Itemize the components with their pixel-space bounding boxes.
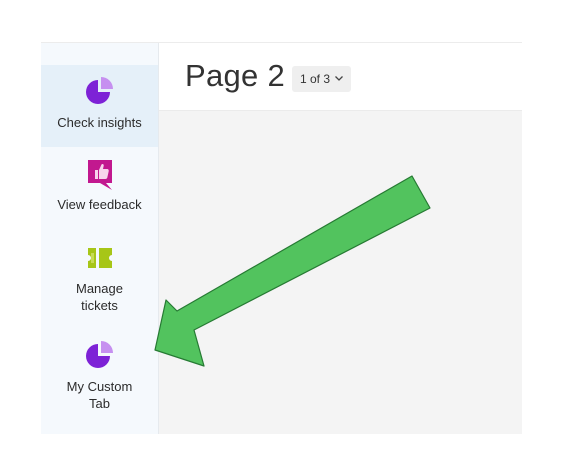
thumbs-up-bubble-icon <box>83 157 117 191</box>
page-content-area <box>159 111 522 434</box>
sidebar-item-my-custom-tab[interactable]: My Custom Tab <box>41 337 158 427</box>
app-window: Check insights View feedback Manage tick… <box>41 42 522 434</box>
main-panel: Page 2 1 of 3 <box>159 43 522 434</box>
sidebar: Check insights View feedback Manage tick… <box>41 43 159 434</box>
chevron-down-icon <box>334 66 344 92</box>
page-selector-dropdown[interactable]: 1 of 3 <box>292 66 352 92</box>
pie-chart-icon <box>83 339 117 373</box>
sidebar-item-label: Manage tickets <box>76 281 123 313</box>
page-selector-label: 1 of 3 <box>300 72 331 86</box>
sidebar-item-manage-tickets[interactable]: Manage tickets <box>41 239 158 329</box>
ticket-icon <box>83 241 117 275</box>
page-header: Page 2 1 of 3 <box>159 43 522 111</box>
sidebar-item-label: My Custom Tab <box>66 379 133 411</box>
pie-chart-icon <box>83 75 117 109</box>
sidebar-item-label: Check insights <box>57 115 142 130</box>
page-title: Page 2 <box>185 58 286 93</box>
sidebar-item-label: View feedback <box>57 197 142 212</box>
sidebar-item-check-insights[interactable]: Check insights <box>41 65 158 147</box>
sidebar-item-view-feedback[interactable]: View feedback <box>41 155 158 225</box>
